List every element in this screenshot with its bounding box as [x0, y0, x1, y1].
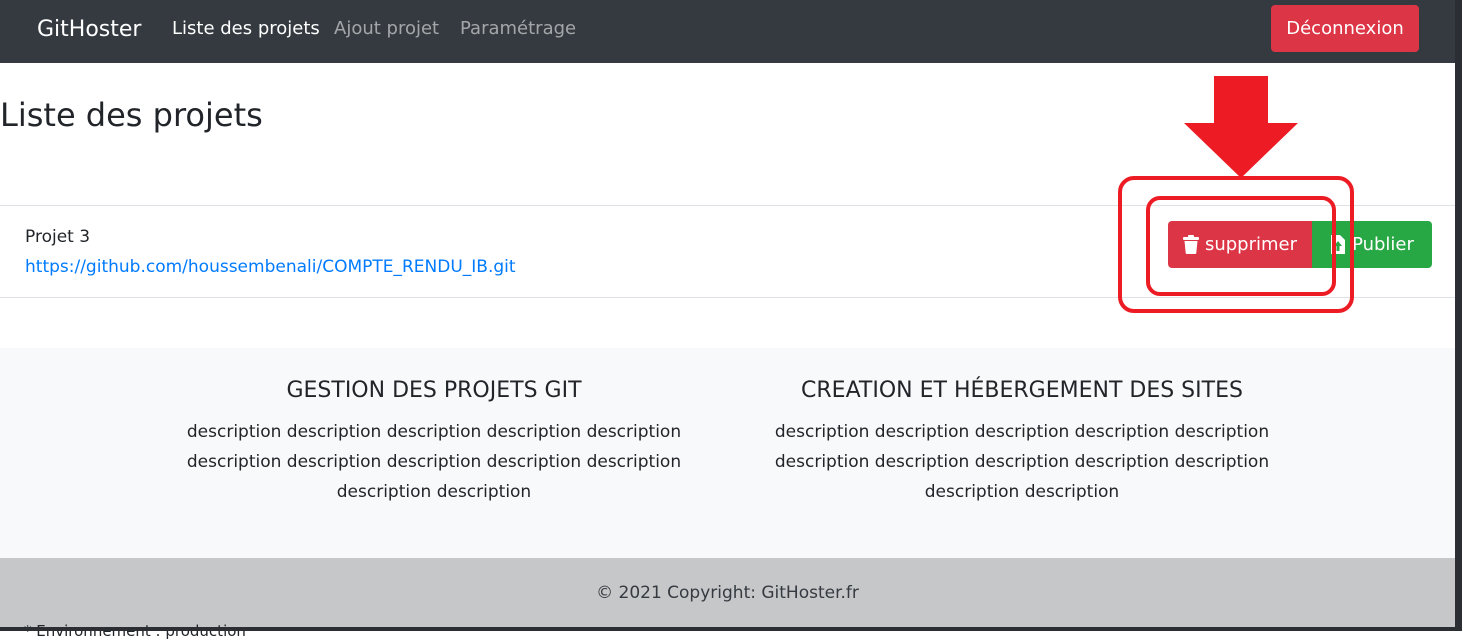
- window-edge-bottom: [0, 627, 1462, 631]
- feature-git-projects: GESTION DES PROJETS GIT description desc…: [164, 378, 704, 507]
- window-edge: [1455, 0, 1462, 631]
- footer: © 2021 Copyright: GitHoster.fr: [0, 558, 1455, 627]
- publish-label: Publier: [1352, 234, 1414, 255]
- project-url-link[interactable]: https://github.com/houssembenali/COMPTE_…: [25, 257, 516, 277]
- nav-item-ajout-projet[interactable]: Ajout projet: [334, 18, 439, 39]
- environment-text: * Environnement : production: [24, 622, 246, 640]
- feature-description-line: description description: [336, 482, 532, 502]
- feature-description-line: description description description desc…: [186, 452, 682, 472]
- project-name: Projet 3: [25, 227, 91, 247]
- feature-title: CREATION ET HÉBERGEMENT DES SITES: [801, 378, 1243, 403]
- copyright-text: © 2021 Copyright: GitHoster.fr: [596, 582, 859, 603]
- logout-button[interactable]: Déconnexion: [1271, 5, 1419, 52]
- annotation-arrow-icon: [1184, 76, 1300, 184]
- navbar: GitHoster Liste des projets Ajout projet…: [0, 0, 1455, 63]
- annotation-highlight-inner: [1146, 196, 1336, 296]
- feature-description-line: description description: [924, 482, 1120, 502]
- page-title: Liste des projets: [0, 96, 263, 134]
- brand-logo[interactable]: GitHoster: [37, 17, 141, 42]
- nav-item-liste-projets[interactable]: Liste des projets: [172, 18, 320, 39]
- features-section: GESTION DES PROJETS GIT description desc…: [0, 348, 1455, 558]
- feature-site-hosting: CREATION ET HÉBERGEMENT DES SITES descri…: [752, 378, 1292, 507]
- feature-description-line: description description description desc…: [774, 452, 1270, 472]
- nav-item-parametrage[interactable]: Paramétrage: [460, 18, 576, 39]
- feature-description-line: description description description desc…: [186, 422, 682, 442]
- feature-title: GESTION DES PROJETS GIT: [286, 378, 582, 403]
- feature-description-line: description description description desc…: [774, 422, 1270, 442]
